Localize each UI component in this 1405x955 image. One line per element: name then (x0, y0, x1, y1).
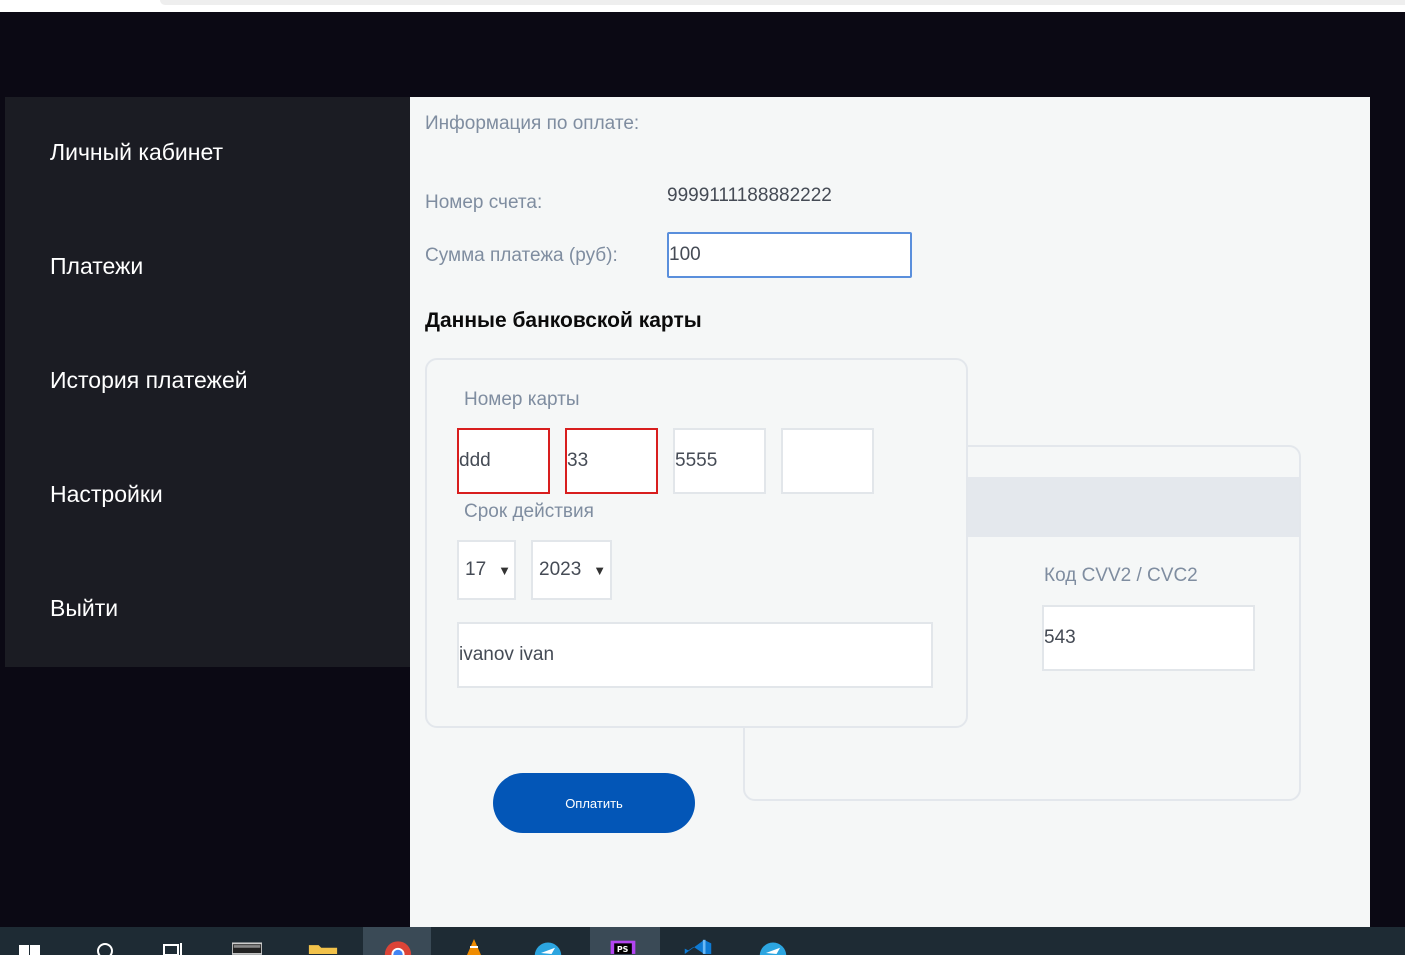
card-number-part-4[interactable] (781, 428, 874, 494)
phpstorm-icon[interactable]: PS (608, 937, 638, 955)
expiry-label: Срок действия (464, 501, 594, 522)
expiry-year-select[interactable]: 2023 ▼ (531, 540, 612, 600)
vscode-icon[interactable] (683, 937, 713, 955)
sidebar-item-logout[interactable]: Выйти (50, 595, 118, 622)
cardholder-name-input[interactable] (457, 622, 933, 688)
expiry-month-select[interactable]: 17 ▼ (457, 540, 516, 600)
telegram-icon[interactable] (758, 937, 788, 955)
amount-input[interactable] (667, 232, 912, 278)
sidebar: Личный кабинет Платежи История платежей … (5, 97, 410, 667)
telegram-icon[interactable] (533, 937, 563, 955)
amount-label: Сумма платежа (руб): (425, 245, 618, 266)
card-section-title: Данные банковской карты (425, 309, 702, 332)
account-number-value: 9999111188882222 (667, 185, 832, 206)
sidebar-item-settings[interactable]: Настройки (50, 481, 163, 508)
taskbar: PS (0, 927, 1405, 955)
search-icon[interactable] (89, 937, 119, 955)
terminal-icon[interactable] (232, 937, 262, 955)
chevron-down-icon: ▼ (593, 562, 607, 578)
card-number-part-1[interactable] (457, 428, 550, 494)
card-number-part-2[interactable] (565, 428, 658, 494)
pay-button[interactable]: Оплатить (493, 773, 695, 833)
svg-text:PS: PS (617, 945, 629, 954)
expiry-year-value: 2023 (539, 559, 582, 580)
payment-panel: Информация по оплате: Номер счета: 99991… (410, 97, 1370, 927)
chrome-icon[interactable] (383, 937, 413, 955)
expiry-month-value: 17 (465, 559, 487, 580)
windows-start-icon[interactable] (14, 937, 44, 955)
chevron-down-icon: ▼ (498, 562, 512, 578)
cvv-input[interactable] (1042, 605, 1255, 671)
file-explorer-icon[interactable] (308, 937, 338, 955)
payment-info-title: Информация по оплате: (425, 113, 640, 134)
sidebar-item-history[interactable]: История платежей (50, 367, 248, 394)
sidebar-item-payments[interactable]: Платежи (50, 253, 143, 280)
account-number-label: Номер счета: (425, 192, 543, 213)
address-bar[interactable] (160, 0, 1405, 5)
cvv-label: Код CVV2 / CVC2 (1044, 565, 1198, 586)
vlc-icon[interactable] (459, 937, 489, 955)
sidebar-item-account[interactable]: Личный кабинет (50, 139, 223, 166)
card-front: Номер карты Срок действия 17 ▼ 2023 ▼ (425, 358, 968, 728)
task-view-icon[interactable] (158, 937, 188, 955)
card-number-label: Номер карты (464, 389, 580, 410)
card-number-part-3[interactable] (673, 428, 766, 494)
browser-chrome-strip (0, 0, 1405, 12)
